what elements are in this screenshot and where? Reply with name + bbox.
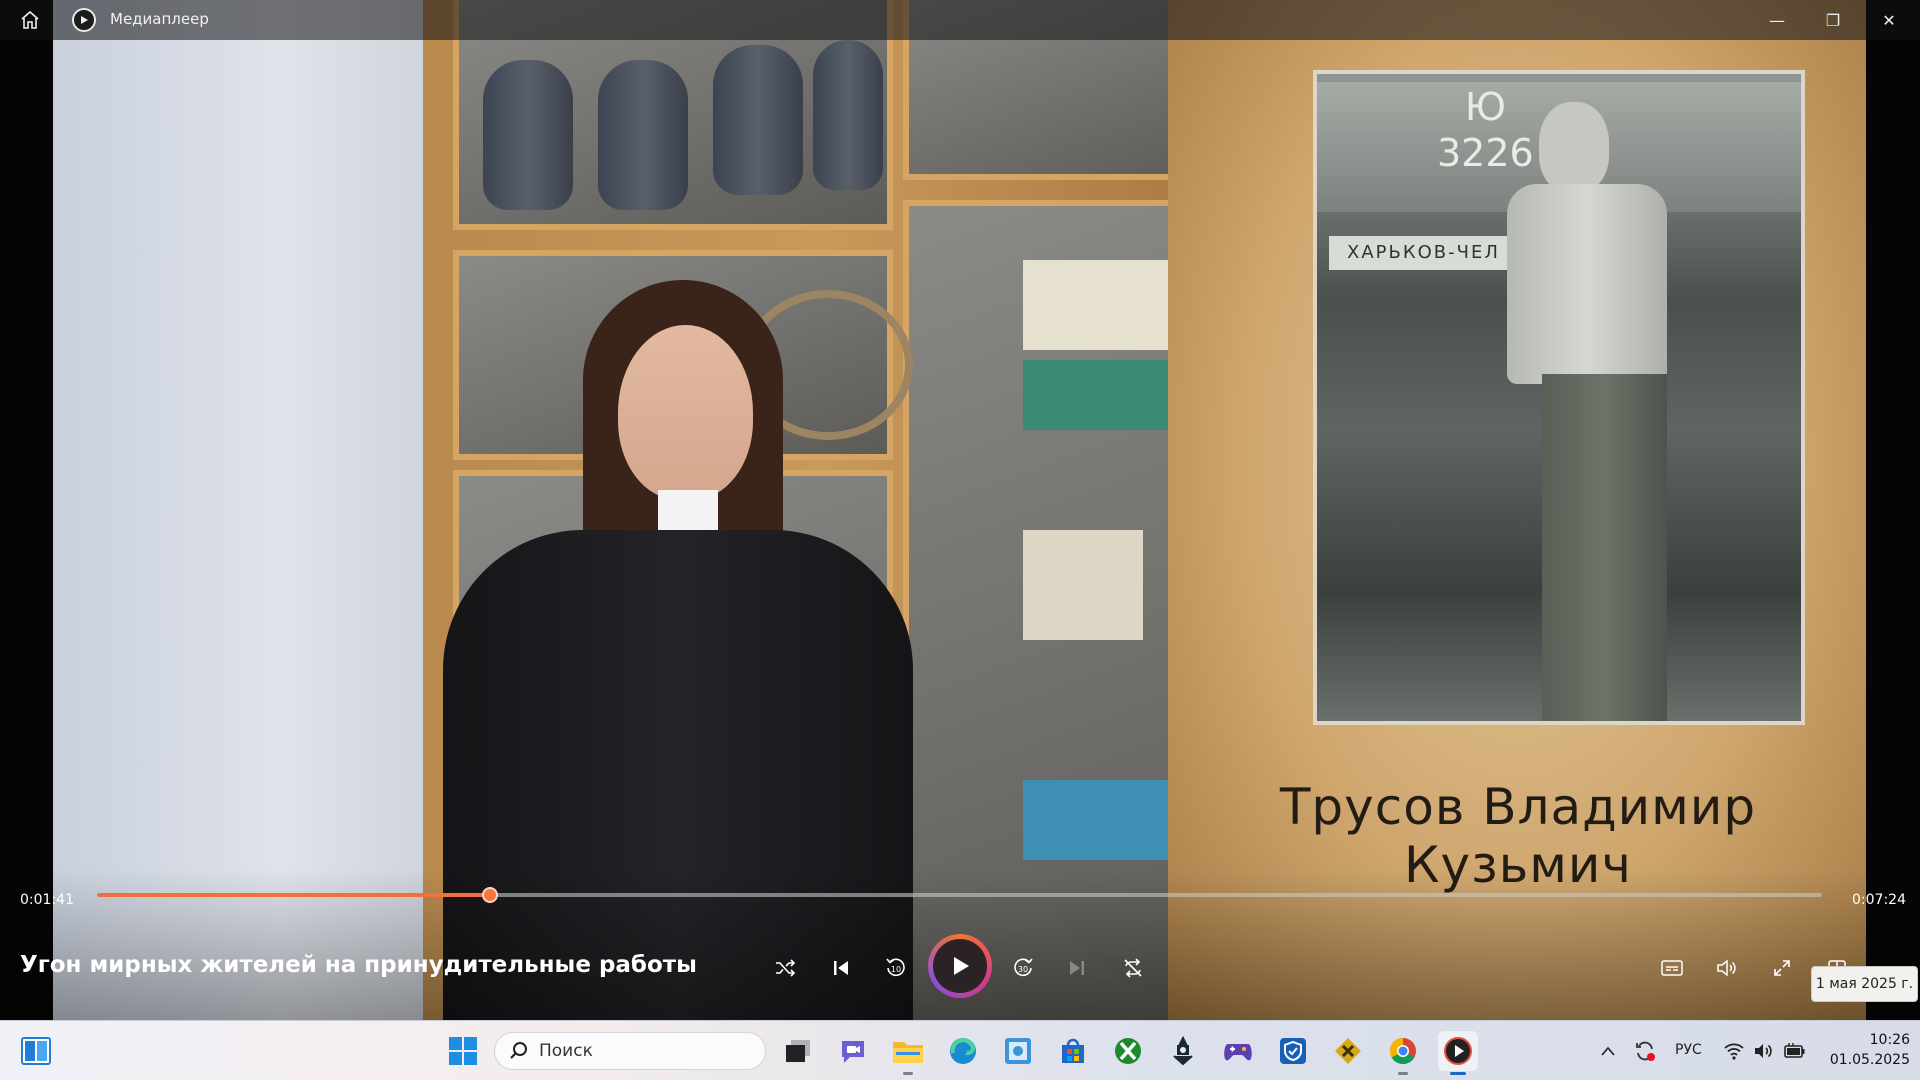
video-poster: Ю 3226 ХАРЬКОВ-ЧЕЛ Трусов Владимир Кузьм…	[1168, 0, 1866, 1020]
start-icon[interactable]	[443, 1031, 483, 1071]
date-tooltip: 1 мая 2025 г.	[1811, 966, 1918, 1002]
volume-icon[interactable]	[1707, 948, 1747, 988]
battery-icon[interactable]	[1781, 1031, 1809, 1071]
video-wall	[53, 0, 433, 1020]
video-surface[interactable]: Ю 3226 ХАРЬКОВ-ЧЕЛ Трусов Владимир Кузьм…	[0, 0, 1920, 1020]
window-title: Медиаплеер	[110, 10, 209, 28]
widgets-icon[interactable]	[16, 1031, 56, 1071]
minimize-button[interactable]: —	[1749, 0, 1805, 40]
elapsed-time: 0:01:41	[20, 892, 74, 908]
edge-icon[interactable]	[943, 1031, 983, 1071]
svg-text:10: 10	[891, 965, 901, 974]
chevron-up-icon[interactable]	[1596, 1031, 1620, 1071]
media-player-icon	[72, 8, 96, 32]
speaker-icon[interactable]	[1751, 1031, 1777, 1071]
seek-bar[interactable]	[97, 887, 1822, 903]
taskbar: Поиск РУС 10:26 01.05.2025	[0, 1020, 1920, 1080]
sync-icon[interactable]	[1631, 1031, 1659, 1071]
search-icon	[510, 1042, 527, 1059]
wifi-icon[interactable]	[1721, 1031, 1747, 1071]
store-icon[interactable]	[1053, 1031, 1093, 1071]
fullscreen-icon[interactable]	[1762, 948, 1802, 988]
playback-controls: 0:01:41 0:07:24 Угон мирных жителей на п…	[0, 868, 1920, 1020]
skip-back-10-icon[interactable]: 10	[876, 948, 916, 988]
seek-bar-progress	[97, 893, 491, 897]
archive-photo: Ю 3226 ХАРЬКОВ-ЧЕЛ	[1313, 70, 1805, 725]
app-icon[interactable]	[1328, 1031, 1368, 1071]
maximize-button[interactable]: ❐	[1805, 0, 1861, 40]
clock-date: 01.05.2025	[1829, 1052, 1910, 1068]
clock-time: 10:26	[1869, 1032, 1910, 1048]
play-button[interactable]	[928, 934, 992, 998]
gamepad-icon[interactable]	[1218, 1031, 1258, 1071]
video-frame: Ю 3226 ХАРЬКОВ-ЧЕЛ Трусов Владимир Кузьм…	[53, 0, 1866, 1020]
title-bar: Медиаплеер — ❐ ✕	[0, 0, 1920, 40]
search-input[interactable]: Поиск	[494, 1032, 766, 1070]
next-icon[interactable]	[1057, 948, 1097, 988]
search-placeholder: Поиск	[539, 1041, 593, 1061]
total-time: 0:07:24	[1852, 892, 1906, 908]
subtitles-icon[interactable]	[1652, 948, 1692, 988]
previous-icon[interactable]	[821, 948, 861, 988]
close-button[interactable]: ✕	[1861, 0, 1917, 40]
skip-forward-30-icon[interactable]: 30	[1003, 948, 1043, 988]
play-icon	[933, 939, 987, 993]
media-player-taskbar-icon[interactable]	[1438, 1031, 1478, 1075]
seek-thumb[interactable]	[482, 887, 499, 903]
home-icon[interactable]	[14, 6, 46, 34]
security-icon[interactable]	[1273, 1031, 1313, 1071]
xbox-icon[interactable]	[1108, 1031, 1148, 1071]
clock[interactable]: 10:26 01.05.2025	[1818, 1030, 1910, 1070]
svg-text:30: 30	[1018, 965, 1028, 974]
task-view-icon[interactable]	[778, 1031, 818, 1071]
control-panel-icon[interactable]	[998, 1031, 1038, 1071]
chrome-icon[interactable]	[1383, 1031, 1423, 1075]
steam-icon[interactable]	[1163, 1031, 1203, 1071]
language-indicator[interactable]: РУС	[1675, 1042, 1702, 1058]
file-explorer-icon[interactable]	[888, 1031, 928, 1075]
teams-icon[interactable]	[833, 1031, 873, 1071]
video-title: Угон мирных жителей на принудительные ра…	[20, 952, 697, 978]
train-number: Ю 3226	[1437, 85, 1534, 175]
shuffle-icon[interactable]	[765, 948, 805, 988]
repeat-icon[interactable]	[1113, 948, 1153, 988]
